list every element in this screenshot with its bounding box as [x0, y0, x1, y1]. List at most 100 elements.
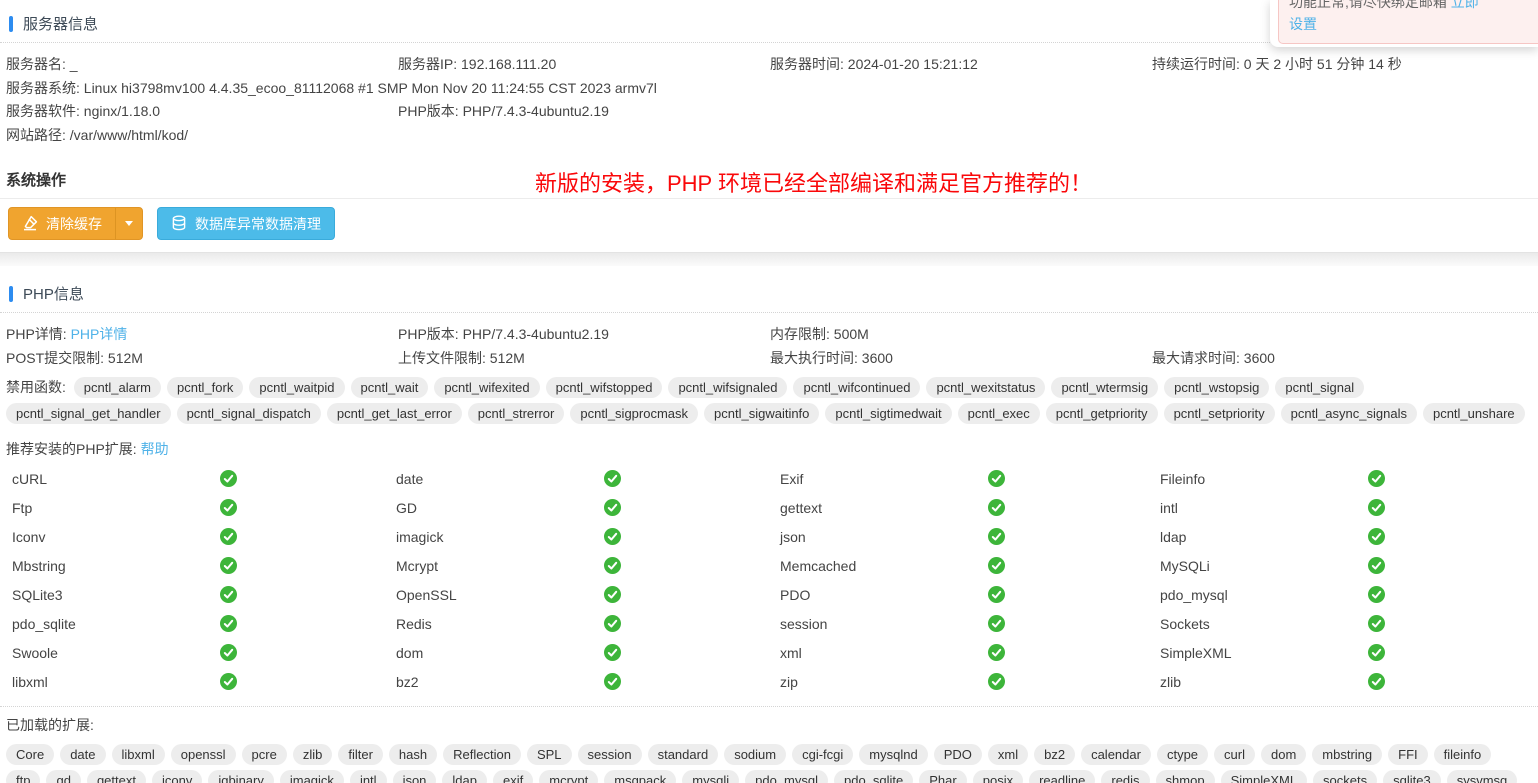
disabled-functions-label: 禁用函数:	[6, 379, 66, 395]
loaded-extension-tag: Core	[6, 744, 54, 765]
check-success-icon	[604, 557, 621, 574]
server-name-field: 服务器名: _	[6, 53, 398, 77]
extension-name: intl	[1160, 500, 1368, 516]
loaded-extension-tag: mcrypt	[539, 770, 598, 783]
extension-name: json	[780, 529, 988, 545]
extension-name: Exif	[780, 471, 988, 487]
annotation-text: 新版的安装，PHP 环境已经全部编译和满足官方推荐的！	[535, 166, 1092, 198]
extension-item: MySQLi	[1160, 551, 1538, 580]
extension-item: cURL	[12, 464, 396, 493]
server-os-field: 服务器系统: Linux hi3798mv100 4.4.35_ecoo_811…	[6, 77, 1538, 101]
disabled-function-tag: pcntl_alarm	[74, 377, 161, 398]
check-success-icon	[988, 499, 1005, 516]
check-success-icon	[604, 528, 621, 545]
loaded-extension-tag: calendar	[1081, 744, 1151, 765]
extension-item: date	[396, 464, 780, 493]
extension-name: zip	[780, 674, 988, 690]
chevron-down-icon	[125, 221, 133, 226]
loaded-extension-tag: readline	[1029, 770, 1095, 783]
extension-item: session	[780, 609, 1160, 638]
extension-name: Sockets	[1160, 616, 1368, 632]
extension-item: ldap	[1160, 522, 1538, 551]
check-success-icon	[604, 673, 621, 690]
extension-item: imagick	[396, 522, 780, 551]
loaded-extension-tag: hash	[389, 744, 437, 765]
disabled-function-tag: pcntl_waitpid	[249, 377, 344, 398]
loaded-extension-tag: standard	[648, 744, 719, 765]
disabled-function-tag: pcntl_strerror	[468, 403, 565, 424]
extension-name: Ftp	[12, 500, 220, 516]
loaded-extension-tag: mysqlnd	[859, 744, 927, 765]
clear-cache-button[interactable]: 清除缓存	[9, 214, 115, 234]
system-ops-buttons: 清除缓存 数据库异常数据清理	[0, 199, 1538, 252]
php-info-header: PHP信息	[0, 266, 1538, 312]
loaded-extension-tag: mysqli	[682, 770, 739, 783]
clear-cache-dropdown-toggle[interactable]	[115, 208, 142, 239]
check-success-icon	[1368, 615, 1385, 632]
section-separator	[0, 252, 1538, 266]
check-success-icon	[988, 586, 1005, 603]
extension-name: pdo_sqlite	[12, 616, 220, 632]
server-info-page: 服务器信息 服务器名: _ 服务器IP: 192.168.111.20 服务器时…	[0, 0, 1538, 783]
loaded-extension-tag: pcre	[242, 744, 287, 765]
loaded-extension-tag: fileinfo	[1434, 744, 1492, 765]
loaded-extension-tag: SPL	[527, 744, 572, 765]
bind-now-link[interactable]: 立即	[1451, 0, 1479, 10]
extension-name: OpenSSL	[396, 587, 604, 603]
loaded-extension-tag: gd	[46, 770, 80, 783]
extension-name: dom	[396, 645, 604, 661]
help-link[interactable]: 帮助	[141, 441, 169, 457]
post-limit-field: POST提交限制: 512M	[6, 347, 398, 371]
check-success-icon	[1368, 470, 1385, 487]
loaded-extension-tag: ldap	[442, 770, 487, 783]
section-marker-bar	[9, 16, 13, 32]
settings-link[interactable]: 设置	[1289, 16, 1317, 32]
loaded-extension-tag: shmop	[1156, 770, 1215, 783]
extension-name: GD	[396, 500, 604, 516]
server-time-field: 服务器时间: 2024-01-20 15:21:12	[770, 53, 1152, 77]
check-success-icon	[1368, 586, 1385, 603]
extension-item: zip	[780, 667, 1160, 696]
extension-item: OpenSSL	[396, 580, 780, 609]
disabled-function-tag: pcntl_wifsignaled	[668, 377, 787, 398]
loaded-extension-tag: Phar	[919, 770, 966, 783]
php-info-section: PHP信息 PHP详情: PHP详情 PHP版本: PHP/7.4.3-4ubu…	[0, 266, 1538, 783]
loaded-extension-tag: posix	[973, 770, 1023, 783]
extension-item: libxml	[12, 667, 396, 696]
disabled-function-tag: pcntl_fork	[167, 377, 243, 398]
disabled-function-tag: pcntl_wait	[351, 377, 429, 398]
loaded-extension-tag: iconv	[152, 770, 202, 783]
loaded-extension-tag: imagick	[280, 770, 344, 783]
extension-name: SimpleXML	[1160, 645, 1368, 661]
loaded-extension-tag: curl	[1214, 744, 1255, 765]
loaded-ext-label: 已加载的扩展:	[0, 707, 1538, 737]
loaded-extension-tag: openssl	[171, 744, 236, 765]
extension-item: gettext	[780, 493, 1160, 522]
extension-item: Memcached	[780, 551, 1160, 580]
extension-item: xml	[780, 638, 1160, 667]
loaded-extension-tag: pdo_mysql	[745, 770, 828, 783]
check-success-icon	[220, 499, 237, 516]
check-success-icon	[988, 470, 1005, 487]
loaded-extension-tag: PDO	[934, 744, 982, 765]
clear-cache-split-button[interactable]: 清除缓存	[8, 207, 143, 240]
extension-name: Swoole	[12, 645, 220, 661]
php-version-field: PHP版本: PHP/7.4.3-4ubuntu2.19	[398, 323, 770, 347]
extension-name: imagick	[396, 529, 604, 545]
db-clean-button[interactable]: 数据库异常数据清理	[157, 207, 335, 240]
extension-item: Fileinfo	[1160, 464, 1538, 493]
extension-item: Iconv	[12, 522, 396, 551]
extension-item: Sockets	[1160, 609, 1538, 638]
loaded-extension-tag: msgpack	[604, 770, 676, 783]
check-success-icon	[1368, 499, 1385, 516]
extension-name: Redis	[396, 616, 604, 632]
disabled-function-tag: pcntl_wifstopped	[546, 377, 663, 398]
disabled-function-tag: pcntl_wtermsig	[1051, 377, 1158, 398]
disabled-function-tag: pcntl_getpriority	[1046, 403, 1158, 424]
max-exec-field: 最大执行时间: 3600	[770, 347, 1152, 371]
loaded-extension-tag: zlib	[293, 744, 333, 765]
extension-name: SQLite3	[12, 587, 220, 603]
php-detail-link[interactable]: PHP详情	[71, 326, 128, 342]
check-success-icon	[988, 557, 1005, 574]
extension-name: date	[396, 471, 604, 487]
